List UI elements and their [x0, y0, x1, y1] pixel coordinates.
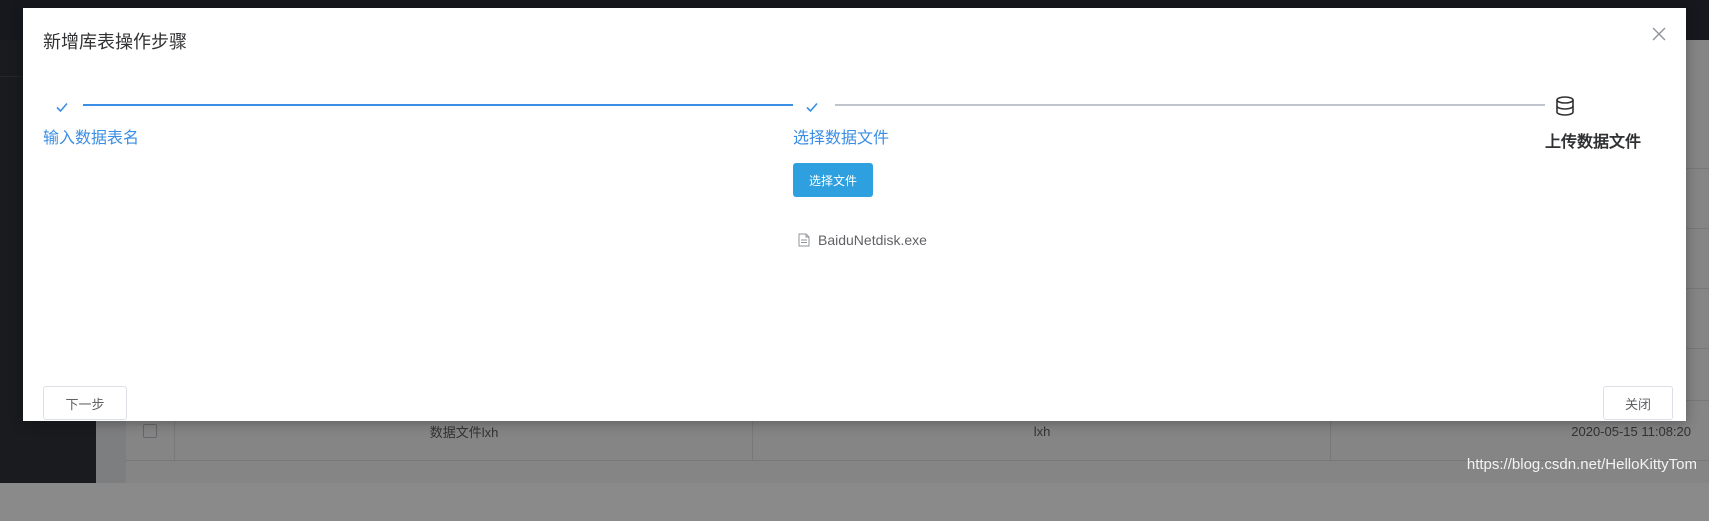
step-2-title: 选择数据文件	[793, 130, 890, 147]
close-icon[interactable]	[1650, 26, 1668, 44]
watermark: https://blog.csdn.net/HelloKittyTom	[1466, 456, 1697, 473]
add-table-dialog: 新增库表操作步骤 输入数据表名 选择数据文件 上传数据文件 选择文件 Baidu…	[23, 8, 1686, 421]
document-icon	[798, 233, 810, 247]
close-button[interactable]: 关闭	[1603, 386, 1673, 420]
uploaded-file-item[interactable]: BaiduNetdisk.exe	[798, 230, 927, 250]
close-icon-glyph	[1652, 27, 1666, 41]
step-3-title: 上传数据文件	[1545, 134, 1642, 151]
next-step-button[interactable]: 下一步	[43, 386, 127, 420]
step-1-line	[83, 104, 793, 106]
step-1-title: 输入数据表名	[43, 130, 140, 147]
select-file-button[interactable]: 选择文件	[793, 163, 873, 197]
step-2-check-icon	[801, 96, 823, 118]
database-icon	[1553, 94, 1577, 118]
step-2-line	[835, 104, 1545, 106]
step-1-check-icon	[51, 96, 73, 118]
uploaded-file-name: BaiduNetdisk.exe	[818, 232, 927, 248]
dialog-title: 新增库表操作步骤	[43, 32, 187, 52]
